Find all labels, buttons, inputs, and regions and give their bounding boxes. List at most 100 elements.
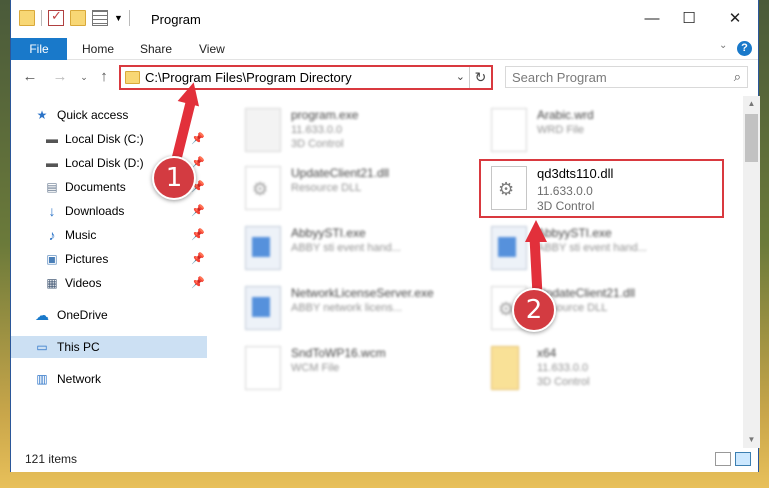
sidebar-item-network[interactable]: ▥ Network — [11, 368, 207, 390]
network-icon: ▥ — [36, 372, 48, 386]
address-path: C:\Program Files\Program Directory — [145, 70, 352, 85]
view-details-icon[interactable] — [92, 10, 108, 26]
details-view-icon[interactable] — [715, 452, 731, 466]
file-name: x64 — [537, 346, 557, 360]
tab-share[interactable]: Share — [140, 38, 172, 60]
sidebar-item-music[interactable]: ♪ Music 📌 — [11, 224, 207, 246]
search-input[interactable] — [512, 67, 717, 87]
folder-icon[interactable] — [19, 10, 35, 26]
sidebar-item-label: Local Disk (C:) — [65, 132, 144, 146]
file-detail: 11.633.0.0 — [537, 362, 589, 374]
dll-gear-file-icon — [245, 166, 281, 210]
star-icon: ★ — [36, 108, 48, 122]
maximize-button[interactable]: ☐ — [674, 8, 704, 30]
music-note-icon: ♪ — [48, 227, 56, 243]
file-type: WCM File — [291, 362, 340, 374]
videos-icon: ▦ — [46, 276, 58, 290]
customize-dropdown-icon[interactable]: ▼ — [114, 13, 123, 23]
file-item[interactable]: AbbyySTI.exe ABBY sti event hand... — [245, 224, 475, 274]
sidebar-item-label: This PC — [57, 340, 100, 354]
properties-check-icon[interactable] — [48, 8, 64, 26]
documents-icon: ▤ — [46, 180, 58, 194]
annotation-arrowhead-2 — [525, 220, 547, 242]
file-name: UpdateClient21.dll — [291, 166, 390, 180]
file-item[interactable]: x64 11.633.0.0 3D Control — [491, 344, 721, 394]
folder-icon — [125, 71, 140, 84]
search-box[interactable]: ⌕ — [505, 66, 748, 88]
up-arrow-icon[interactable]: ↑ — [95, 68, 113, 86]
tab-file[interactable]: File — [11, 38, 67, 60]
pin-icon[interactable]: 📌 — [191, 128, 205, 150]
minimize-button[interactable]: — — [637, 8, 667, 30]
toolbar-separator — [128, 10, 130, 26]
file-item[interactable]: Arabic.wrd WRD File — [491, 106, 721, 156]
new-folder-icon[interactable] — [70, 10, 86, 26]
scrollbar-thumb[interactable] — [745, 114, 758, 162]
toolbar-separator — [41, 10, 42, 26]
vertical-scrollbar[interactable]: ▲ ▼ — [743, 96, 760, 448]
refresh-icon[interactable]: ↻ — [469, 67, 491, 88]
file-type: 3D Control — [537, 376, 590, 388]
pictures-icon: ▣ — [46, 252, 58, 266]
recent-locations-chevron-icon[interactable]: ⌄ — [75, 68, 93, 86]
large-icons-view-icon[interactable] — [735, 452, 751, 466]
file-item[interactable]: program.exe 11.633.0.0 3D Control — [245, 106, 475, 156]
help-icon[interactable]: ? — [737, 41, 752, 56]
file-item[interactable]: UpdateClient21.dll Resource DLL — [245, 164, 475, 214]
file-list-pane: program.exe 11.633.0.0 3D Control Arabic… — [217, 96, 743, 448]
pin-icon[interactable]: 📌 — [191, 272, 205, 294]
download-arrow-icon: ↓ — [48, 203, 56, 219]
application-icon — [491, 226, 527, 270]
sidebar-item-this-pc[interactable]: ▭ This PC — [11, 336, 207, 358]
monitor-icon: ▭ — [36, 340, 48, 354]
file-item[interactable]: NetworkLicenseServer.exe ABBY network li… — [245, 284, 475, 334]
close-button[interactable]: ✕ — [720, 8, 750, 30]
status-bar: 121 items — [11, 448, 758, 472]
document-file-icon — [245, 346, 281, 390]
sidebar-item-downloads[interactable]: ↓ Downloads 📌 — [11, 200, 207, 222]
pin-icon[interactable]: 📌 — [191, 224, 205, 246]
file-name: NetworkLicenseServer.exe — [291, 286, 434, 300]
window-title: Program — [151, 12, 201, 27]
ribbon-tabs: File Home Share View ⌄ ? — [11, 38, 758, 60]
file-description: ABBY sti event hand... — [537, 242, 647, 254]
address-dropdown-chevron-icon[interactable]: ⌄ — [456, 70, 465, 83]
application-icon — [245, 226, 281, 270]
file-type: 3D Control — [291, 138, 344, 150]
step-badge-1: 1 — [152, 156, 196, 200]
sidebar-item-label: Videos — [65, 276, 102, 290]
pin-icon[interactable]: 📌 — [191, 248, 205, 270]
folder-icon — [491, 346, 519, 390]
navigation-bar: ← → ⌄ ↑ C:\Program Files\Program Directo… — [11, 60, 758, 94]
sidebar-item-videos[interactable]: ▦ Videos 📌 — [11, 272, 207, 294]
cloud-icon: ☁ — [35, 307, 49, 323]
scroll-down-arrow-icon[interactable]: ▼ — [743, 432, 760, 448]
scroll-up-arrow-icon[interactable]: ▲ — [743, 96, 760, 112]
forward-arrow-icon[interactable]: → — [51, 68, 69, 86]
sidebar-item-label: Quick access — [57, 108, 129, 122]
drive-icon: ▬ — [46, 156, 58, 170]
sidebar-item-label: OneDrive — [57, 308, 108, 322]
file-name: SndToWP16.wcm — [291, 346, 386, 360]
back-arrow-icon[interactable]: ← — [21, 68, 39, 86]
file-detail: 11.633.0.0 — [291, 124, 343, 136]
file-name: Arabic.wrd — [537, 108, 594, 122]
search-icon[interactable]: ⌕ — [734, 69, 741, 85]
sidebar-item-onedrive[interactable]: ☁ OneDrive — [11, 304, 207, 326]
document-file-icon — [491, 108, 527, 152]
sidebar-item-quick-access[interactable]: ★ Quick access — [11, 104, 207, 126]
pin-icon[interactable]: 📌 — [191, 200, 205, 222]
step-badge-2: 2 — [512, 288, 556, 332]
sidebar-item-label: Documents — [65, 180, 126, 194]
sidebar-item-label: Local Disk (D:) — [65, 156, 144, 170]
sidebar-item-label: Downloads — [65, 204, 125, 218]
sidebar-item-pictures[interactable]: ▣ Pictures 📌 — [11, 248, 207, 270]
address-bar[interactable]: C:\Program Files\Program Directory ⌄ ↻ — [119, 65, 493, 90]
tab-home[interactable]: Home — [82, 38, 114, 60]
file-item[interactable]: SndToWP16.wcm WCM File — [245, 344, 475, 394]
sidebar-item-label: Pictures — [65, 252, 109, 266]
expand-ribbon-chevron-icon[interactable]: ⌄ — [719, 40, 727, 51]
application-icon — [245, 286, 281, 330]
drive-icon: ▬ — [46, 132, 58, 146]
tab-view[interactable]: View — [199, 38, 225, 60]
